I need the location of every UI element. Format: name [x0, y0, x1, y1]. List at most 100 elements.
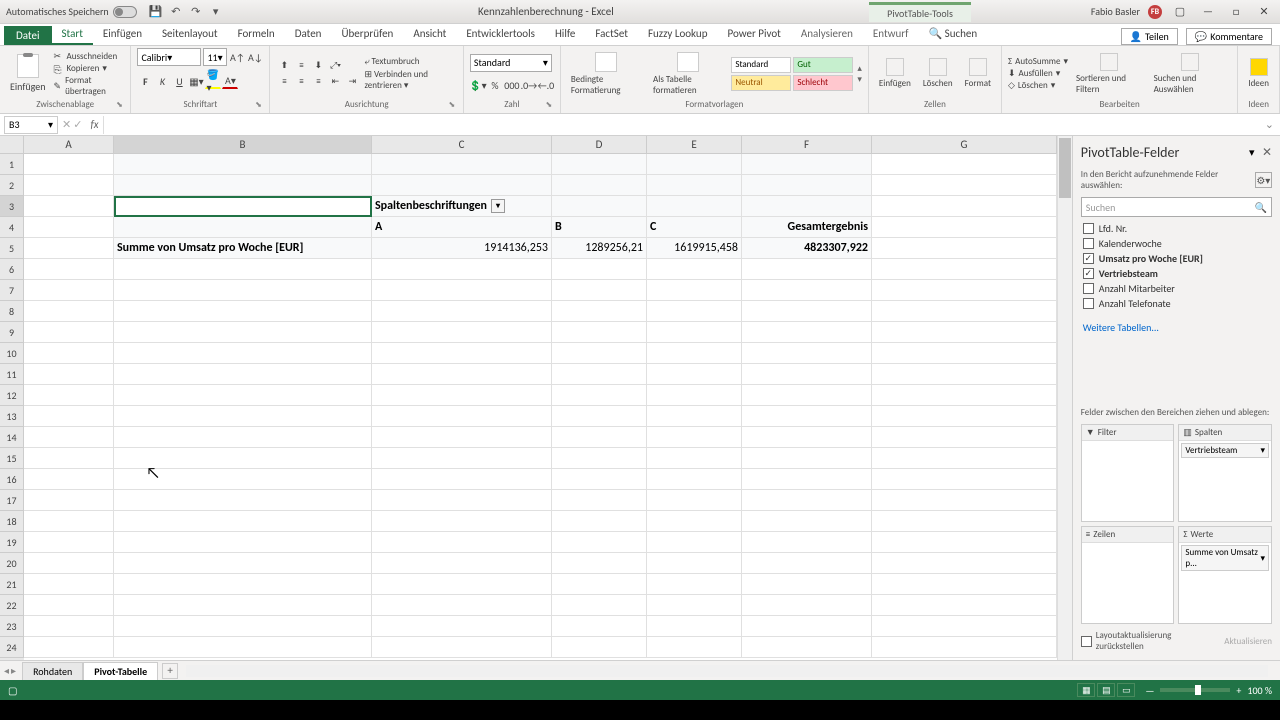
cell[interactable]	[24, 343, 114, 364]
field-item[interactable]: Umsatz pro Woche [EUR]	[1081, 251, 1272, 266]
minimize-icon[interactable]: —	[1198, 3, 1218, 21]
cell[interactable]	[742, 259, 872, 280]
tab-powerpivot[interactable]: Power Pivot	[717, 24, 790, 45]
field-checkbox[interactable]	[1083, 238, 1094, 249]
close-pane-icon[interactable]: ✕	[1262, 146, 1272, 160]
row-header[interactable]: 18	[0, 511, 24, 532]
cell[interactable]	[24, 217, 114, 238]
cancel-formula-icon[interactable]: ✕	[62, 118, 71, 131]
cell[interactable]: Spaltenbeschriftungen▾	[372, 196, 552, 217]
cell[interactable]	[114, 385, 372, 406]
cell[interactable]	[24, 595, 114, 616]
cell[interactable]	[114, 175, 372, 196]
row-header[interactable]: 1	[0, 154, 24, 175]
select-all-corner[interactable]	[0, 136, 24, 154]
ribbon-options-icon[interactable]: ▢	[1170, 3, 1190, 21]
tab-ueberpruefen[interactable]: Überprüfen	[331, 24, 403, 45]
cell[interactable]	[114, 154, 372, 175]
cell[interactable]	[742, 280, 872, 301]
font-color-button[interactable]: A▾	[222, 73, 238, 89]
filter-zone[interactable]: ▼ Filter	[1081, 424, 1175, 522]
align-center-icon[interactable]: ≡	[293, 75, 309, 89]
italic-button[interactable]: K	[154, 73, 170, 89]
cell[interactable]	[24, 175, 114, 196]
cell[interactable]	[872, 469, 1057, 490]
cell[interactable]	[372, 364, 552, 385]
cell[interactable]	[114, 574, 372, 595]
clear-button[interactable]: ◇ Löschen ▾	[1008, 80, 1068, 91]
cell[interactable]	[372, 301, 552, 322]
cell[interactable]	[742, 448, 872, 469]
cell[interactable]	[24, 553, 114, 574]
ideas-button[interactable]: Ideen	[1244, 56, 1273, 91]
align-right-icon[interactable]: ≡	[310, 75, 326, 89]
cell[interactable]	[24, 637, 114, 658]
row-header[interactable]: 16	[0, 469, 24, 490]
cell[interactable]	[552, 511, 647, 532]
field-checkbox[interactable]	[1083, 268, 1094, 279]
merge-center-button[interactable]: ⊞ Verbinden und zentrieren ▾	[364, 69, 456, 91]
cell[interactable]	[114, 490, 372, 511]
field-checkbox[interactable]	[1083, 253, 1094, 264]
cell[interactable]	[372, 427, 552, 448]
cell[interactable]	[372, 322, 552, 343]
row-header[interactable]: 15	[0, 448, 24, 469]
field-checkbox[interactable]	[1083, 223, 1094, 234]
delete-cells-button[interactable]: Löschen	[919, 56, 957, 91]
dialog-launcher-icon[interactable]: ⬊	[253, 100, 263, 110]
row-header[interactable]: 3	[0, 196, 24, 217]
cell[interactable]	[24, 385, 114, 406]
font-name-select[interactable]: Calibri ▾	[137, 48, 201, 66]
cell[interactable]	[742, 553, 872, 574]
cell[interactable]	[742, 427, 872, 448]
cell[interactable]	[372, 490, 552, 511]
cell[interactable]	[742, 301, 872, 322]
zone-item[interactable]: Summe von Umsatz p...▾	[1181, 545, 1269, 571]
qat-customize-icon[interactable]: ▾	[209, 5, 223, 19]
cell[interactable]	[647, 532, 742, 553]
cell[interactable]: A	[372, 217, 552, 238]
add-sheet-button[interactable]: +	[162, 663, 178, 679]
more-tables-link[interactable]: Weitere Tabellen...	[1081, 317, 1272, 338]
cell[interactable]	[872, 175, 1057, 196]
cell[interactable]	[872, 574, 1057, 595]
cell[interactable]	[552, 301, 647, 322]
align-middle-icon[interactable]: ≡	[293, 59, 309, 73]
cell[interactable]	[552, 406, 647, 427]
cell[interactable]	[872, 259, 1057, 280]
cell[interactable]	[372, 448, 552, 469]
save-icon[interactable]: 💾	[149, 5, 163, 19]
zoom-slider[interactable]	[1160, 688, 1230, 692]
cell[interactable]	[114, 406, 372, 427]
percent-icon[interactable]: %	[487, 78, 503, 94]
cell[interactable]	[647, 553, 742, 574]
tab-factset[interactable]: FactSet	[585, 24, 638, 45]
thousands-icon[interactable]: 000	[504, 78, 520, 94]
cell[interactable]	[647, 154, 742, 175]
cell[interactable]	[872, 343, 1057, 364]
cell[interactable]	[372, 280, 552, 301]
cell[interactable]	[552, 259, 647, 280]
cell[interactable]: Gesamtergebnis	[742, 217, 872, 238]
expand-formula-icon[interactable]: ⌄	[1259, 118, 1280, 131]
cell[interactable]	[552, 553, 647, 574]
cell[interactable]	[24, 154, 114, 175]
cell[interactable]	[647, 322, 742, 343]
cell[interactable]	[24, 238, 114, 259]
file-tab[interactable]: Datei	[4, 26, 52, 45]
indent-dec-icon[interactable]: ⇤	[327, 75, 343, 89]
page-break-icon[interactable]: ▭	[1117, 683, 1135, 697]
row-header[interactable]: 21	[0, 574, 24, 595]
page-layout-icon[interactable]: ▤	[1097, 683, 1115, 697]
cell[interactable]	[24, 448, 114, 469]
dialog-launcher-icon[interactable]: ⬊	[114, 100, 124, 110]
columns-zone[interactable]: ▥ SpaltenVertriebsteam▾	[1178, 424, 1272, 522]
cell[interactable]	[24, 259, 114, 280]
dec-decimal-icon[interactable]: ←.0	[538, 78, 554, 94]
cell[interactable]	[872, 427, 1057, 448]
tab-analysieren[interactable]: Analysieren	[791, 24, 863, 45]
tab-start[interactable]: Start	[52, 24, 93, 45]
cell[interactable]	[647, 448, 742, 469]
cell[interactable]	[114, 511, 372, 532]
cell[interactable]	[24, 574, 114, 595]
